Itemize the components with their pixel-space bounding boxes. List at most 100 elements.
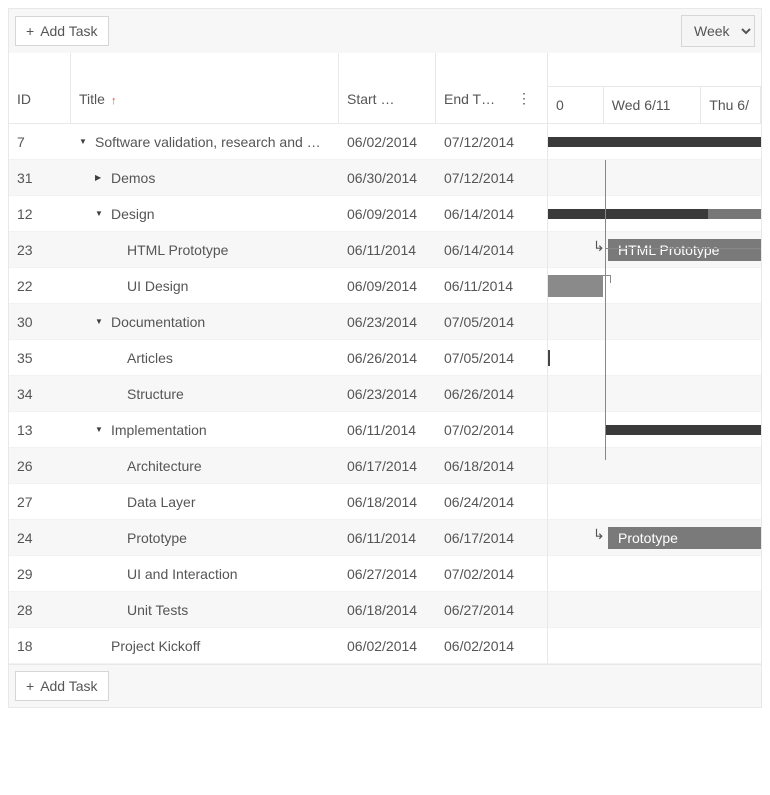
cell-start: 06/02/2014 — [339, 638, 436, 654]
chevron-right-icon[interactable] — [95, 172, 105, 183]
col-header-end[interactable]: End T… ⋮ — [436, 53, 539, 123]
col-header-start-label: Start … — [347, 91, 394, 107]
summary-bar[interactable] — [606, 425, 761, 435]
cell-start: 06/09/2014 — [339, 278, 436, 294]
cell-start: 06/30/2014 — [339, 170, 436, 186]
chevron-down-icon[interactable] — [95, 316, 105, 327]
add-task-button-footer[interactable]: + Add Task — [15, 671, 109, 701]
timeline: 0 Wed 6/11 Thu 6/ HTML Prototype↳ Prototy… — [548, 53, 761, 664]
task-title: Software validation, research and … — [95, 134, 321, 150]
cell-end: 06/26/2014 — [436, 386, 539, 402]
cell-id: 7 — [9, 134, 71, 150]
table-row[interactable]: 23HTML Prototype06/11/201406/14/2014 — [9, 232, 547, 268]
grid-header-row: ID Title ↑ Start … End T… ⋮ — [9, 53, 547, 124]
cell-id: 12 — [9, 206, 71, 222]
timeline-header: 0 Wed 6/11 Thu 6/ — [548, 53, 761, 124]
table-row[interactable]: 26Architecture06/17/201406/18/2014 — [9, 448, 547, 484]
task-title: HTML Prototype — [127, 242, 228, 258]
col-header-id[interactable]: ID — [9, 53, 71, 123]
cell-title: Project Kickoff — [71, 638, 339, 654]
table-row[interactable]: 29UI and Interaction06/27/201407/02/2014 — [9, 556, 547, 592]
cell-end: 06/11/2014 — [436, 278, 539, 294]
timeline-row — [548, 196, 761, 232]
chevron-down-icon[interactable] — [95, 208, 105, 219]
task-bar[interactable] — [548, 275, 603, 297]
col-header-id-label: ID — [17, 91, 31, 107]
timeline-header-top — [548, 53, 761, 87]
timeline-row — [548, 592, 761, 628]
timeline-row — [548, 124, 761, 160]
table-row[interactable]: 34Structure06/23/201406/26/2014 — [9, 376, 547, 412]
cell-id: 26 — [9, 458, 71, 474]
footer: + Add Task — [9, 664, 761, 707]
cell-title: Design — [71, 206, 339, 222]
col-header-start[interactable]: Start … — [339, 53, 436, 123]
cell-start: 06/23/2014 — [339, 314, 436, 330]
content: ID Title ↑ Start … End T… ⋮ 7 Software va… — [9, 53, 761, 664]
cell-start: 06/26/2014 — [339, 350, 436, 366]
timeline-row — [548, 340, 761, 376]
table-row[interactable]: 18Project Kickoff06/02/201406/02/2014 — [9, 628, 547, 664]
table-row[interactable]: 7Software validation, research and …06/0… — [9, 124, 547, 160]
table-row[interactable]: 13Implementation06/11/201407/02/2014 — [9, 412, 547, 448]
summary-bar[interactable] — [548, 137, 761, 147]
table-row[interactable]: 35Articles06/26/201407/05/2014 — [9, 340, 547, 376]
cell-start: 06/11/2014 — [339, 242, 436, 258]
task-bar[interactable]: HTML Prototype — [608, 239, 761, 261]
cell-end: 07/02/2014 — [436, 422, 539, 438]
task-title: UI Design — [127, 278, 188, 294]
timeline-row — [548, 484, 761, 520]
task-title: Documentation — [111, 314, 205, 330]
col-header-end-label: End T… — [444, 91, 495, 107]
day-col-1[interactable]: Wed 6/11 — [604, 87, 702, 123]
task-title: Architecture — [127, 458, 202, 474]
timeline-header-bottom: 0 Wed 6/11 Thu 6/ — [548, 87, 761, 123]
timeline-row — [548, 376, 761, 412]
dependency-line — [605, 160, 606, 460]
cell-start: 06/11/2014 — [339, 530, 436, 546]
task-title: Articles — [127, 350, 173, 366]
table-row[interactable]: 22UI Design06/09/201406/11/2014 — [9, 268, 547, 304]
cell-start: 06/09/2014 — [339, 206, 436, 222]
view-select[interactable]: Week — [681, 15, 755, 47]
task-title: Unit Tests — [127, 602, 188, 618]
dependency-arrow-icon: ↳ — [593, 238, 605, 255]
day-col-0[interactable]: 0 — [548, 87, 604, 123]
timeline-row — [548, 304, 761, 340]
day-col-2[interactable]: Thu 6/ — [701, 87, 761, 123]
task-bar[interactable]: Prototype — [608, 527, 761, 549]
table-row[interactable]: 31Demos06/30/201407/12/2014 — [9, 160, 547, 196]
cell-title: HTML Prototype — [71, 242, 339, 258]
col-header-title[interactable]: Title ↑ — [71, 53, 339, 123]
cell-id: 18 — [9, 638, 71, 654]
cell-id: 29 — [9, 566, 71, 582]
table-row[interactable]: 27Data Layer06/18/201406/24/2014 — [9, 484, 547, 520]
table-row[interactable]: 30Documentation06/23/201407/05/2014 — [9, 304, 547, 340]
cell-start: 06/27/2014 — [339, 566, 436, 582]
add-task-label: Add Task — [40, 678, 97, 694]
task-title: Implementation — [111, 422, 207, 438]
chevron-down-icon[interactable] — [95, 424, 105, 435]
plus-icon: + — [26, 23, 34, 39]
summary-bar[interactable] — [548, 209, 708, 219]
cell-end: 06/17/2014 — [436, 530, 539, 546]
cell-title: Data Layer — [71, 494, 339, 510]
summary-bar[interactable] — [708, 209, 761, 219]
add-task-label: Add Task — [40, 23, 97, 39]
cell-id: 31 — [9, 170, 71, 186]
table-row[interactable]: 28Unit Tests06/18/201406/27/2014 — [9, 592, 547, 628]
timeline-row — [548, 412, 761, 448]
table-row[interactable]: 12Design06/09/201406/14/2014 — [9, 196, 547, 232]
timeline-row: Prototype↳ — [548, 520, 761, 556]
cell-title: Unit Tests — [71, 602, 339, 618]
cell-end: 06/18/2014 — [436, 458, 539, 474]
column-menu-icon[interactable]: ⋮ — [517, 90, 531, 107]
table-row[interactable]: 24Prototype06/11/201406/17/2014 — [9, 520, 547, 556]
cell-id: 30 — [9, 314, 71, 330]
chevron-down-icon[interactable] — [79, 136, 89, 147]
grid-rows: 7 Software validation, research and … 06/0… — [9, 124, 547, 664]
cell-end: 07/02/2014 — [436, 566, 539, 582]
cell-id: 27 — [9, 494, 71, 510]
task-title: Demos — [111, 170, 155, 186]
add-task-button[interactable]: + Add Task — [15, 16, 109, 46]
